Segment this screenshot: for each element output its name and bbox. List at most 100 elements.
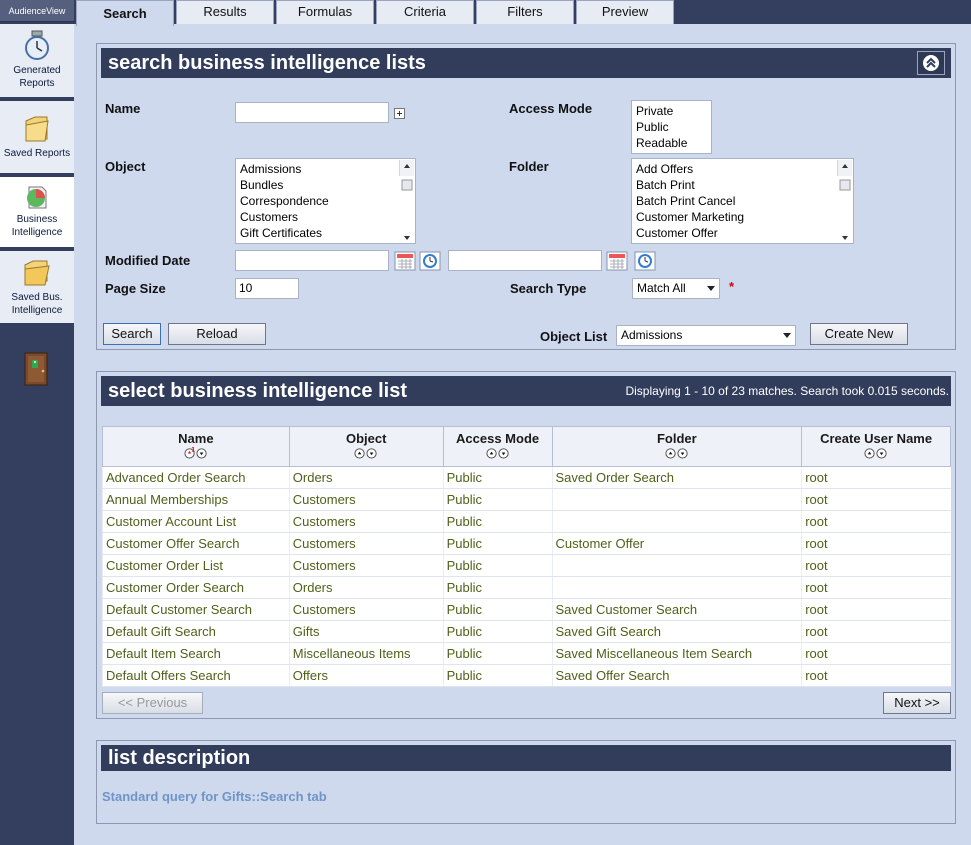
list-item[interactable]: Batch Print — [636, 177, 849, 193]
expand-plus-icon[interactable] — [394, 108, 405, 119]
cell-create-user[interactable]: root — [801, 620, 951, 643]
cell-access-mode[interactable]: Public — [442, 598, 553, 621]
list-item[interactable]: Customer Offer — [636, 225, 849, 241]
cell-name[interactable]: Default Customer Search — [102, 598, 290, 621]
folder-scrollbar[interactable] — [837, 160, 852, 240]
sidebar-item-saved-reports[interactable]: Saved Reports — [0, 101, 74, 173]
cell-folder[interactable] — [551, 554, 802, 577]
cell-folder[interactable]: Saved Order Search — [551, 466, 802, 489]
cell-object[interactable]: Customers — [288, 554, 444, 577]
calendar-icon[interactable] — [394, 251, 416, 271]
sort-arrows-icon[interactable] — [352, 447, 380, 459]
cell-object[interactable]: Gifts — [288, 620, 444, 643]
exit-door-icon[interactable] — [22, 352, 52, 386]
calendar-icon[interactable] — [606, 251, 628, 271]
cell-name[interactable]: Default Item Search — [102, 642, 290, 665]
cell-create-user[interactable]: root — [801, 576, 951, 599]
cell-object[interactable]: Orders — [288, 576, 444, 599]
name-input[interactable] — [235, 102, 389, 123]
modified-from-input[interactable] — [235, 250, 389, 271]
table-row[interactable]: Default Customer Search Customers Public… — [102, 598, 951, 621]
table-row[interactable]: Advanced Order Search Orders Public Save… — [102, 466, 951, 489]
cell-access-mode[interactable]: Public — [442, 488, 553, 511]
sort-arrows-icon[interactable] — [484, 447, 512, 459]
cell-access-mode[interactable]: Public — [442, 642, 553, 665]
list-item[interactable]: Public — [636, 119, 707, 135]
table-row[interactable]: Customer Offer Search Customers Public C… — [102, 532, 951, 555]
list-item[interactable]: Customers — [240, 209, 411, 225]
table-row[interactable]: Default Item Search Miscellaneous Items … — [102, 642, 951, 665]
clock-icon[interactable] — [419, 251, 441, 271]
table-row[interactable]: Default Offers Search Offers Public Save… — [102, 664, 951, 687]
column-header-access-mode[interactable]: Access Mode — [442, 426, 553, 467]
tab-search[interactable]: Search — [76, 0, 174, 26]
cell-access-mode[interactable]: Public — [442, 664, 553, 687]
tab-formulas[interactable]: Formulas — [276, 0, 374, 24]
list-item[interactable]: Batch Print Cancel — [636, 193, 849, 209]
cell-name[interactable]: Advanced Order Search — [102, 466, 290, 489]
cell-name[interactable]: Default Gift Search — [102, 620, 290, 643]
cell-create-user[interactable]: root — [801, 642, 951, 665]
cell-create-user[interactable]: root — [801, 488, 951, 511]
list-item[interactable]: Gift Certificates — [240, 225, 411, 241]
cell-folder[interactable]: Customer Offer — [551, 532, 802, 555]
column-header-create-user[interactable]: Create User Name — [801, 426, 951, 467]
cell-name[interactable]: Annual Memberships — [102, 488, 290, 511]
cell-create-user[interactable]: root — [801, 598, 951, 621]
folder-listbox[interactable]: Add Offers Batch Print Batch Print Cance… — [631, 158, 854, 244]
list-item[interactable]: Readable — [636, 135, 707, 151]
cell-access-mode[interactable]: Public — [442, 554, 553, 577]
object-list-select[interactable]: Admissions — [616, 325, 796, 346]
cell-object[interactable]: Offers — [288, 664, 444, 687]
sort-active-icon[interactable]: 1 — [183, 447, 209, 459]
sidebar-item-generated-reports[interactable]: Generated Reports — [0, 24, 74, 97]
cell-name[interactable]: Customer Order Search — [102, 576, 290, 599]
cell-name[interactable]: Default Offers Search — [102, 664, 290, 687]
cell-object[interactable]: Customers — [288, 532, 444, 555]
sidebar-item-saved-bus-intelligence[interactable]: Saved Bus. Intelligence — [0, 251, 74, 323]
cell-access-mode[interactable]: Public — [442, 466, 553, 489]
cell-access-mode[interactable]: Public — [442, 532, 553, 555]
object-listbox[interactable]: Admissions Bundles Correspondence Custom… — [235, 158, 416, 244]
tab-filters[interactable]: Filters — [476, 0, 574, 24]
cell-create-user[interactable]: root — [801, 466, 951, 489]
table-row[interactable]: Annual Memberships Customers Public root — [102, 488, 951, 511]
create-new-button[interactable]: Create New — [810, 323, 908, 345]
page-size-input[interactable]: 10 — [235, 278, 299, 299]
column-header-name[interactable]: Name 1 — [102, 426, 290, 467]
sidebar-item-business-intelligence[interactable]: Business Intelligence — [0, 177, 74, 247]
list-item[interactable]: Admissions — [240, 161, 411, 177]
modified-to-input[interactable] — [448, 250, 602, 271]
sort-arrows-icon[interactable] — [663, 447, 691, 459]
collapse-button[interactable] — [917, 51, 945, 75]
clock-icon[interactable] — [634, 251, 656, 271]
cell-create-user[interactable]: root — [801, 532, 951, 555]
access-mode-listbox[interactable]: Private Public Readable — [631, 100, 712, 154]
cell-folder[interactable]: Saved Miscellaneous Item Search — [551, 642, 802, 665]
table-row[interactable]: Customer Account List Customers Public r… — [102, 510, 951, 533]
object-scrollbar[interactable] — [399, 160, 414, 240]
table-row[interactable]: Default Gift Search Gifts Public Saved G… — [102, 620, 951, 643]
cell-object[interactable]: Customers — [288, 598, 444, 621]
cell-folder[interactable]: Saved Customer Search — [551, 598, 802, 621]
cell-folder[interactable]: Saved Offer Search — [551, 664, 802, 687]
cell-object[interactable]: Orders — [288, 466, 444, 489]
tab-criteria[interactable]: Criteria — [376, 0, 474, 24]
table-row[interactable]: Customer Order Search Orders Public root — [102, 576, 951, 599]
cell-name[interactable]: Customer Order List — [102, 554, 290, 577]
tab-preview[interactable]: Preview — [576, 0, 674, 24]
list-item[interactable]: Bundles — [240, 177, 411, 193]
cell-access-mode[interactable]: Public — [442, 510, 553, 533]
sort-arrows-icon[interactable] — [862, 447, 890, 459]
cell-object[interactable]: Miscellaneous Items — [288, 642, 444, 665]
cell-object[interactable]: Customers — [288, 510, 444, 533]
cell-folder[interactable]: Saved Gift Search — [551, 620, 802, 643]
search-type-select[interactable]: Match All — [632, 278, 720, 299]
tab-results[interactable]: Results — [176, 0, 274, 24]
search-button[interactable]: Search — [103, 323, 161, 345]
cell-folder[interactable] — [551, 488, 802, 511]
column-header-folder[interactable]: Folder — [551, 426, 803, 467]
list-item[interactable]: Correspondence — [240, 193, 411, 209]
next-button[interactable]: Next >> — [883, 692, 951, 714]
cell-access-mode[interactable]: Public — [442, 620, 553, 643]
